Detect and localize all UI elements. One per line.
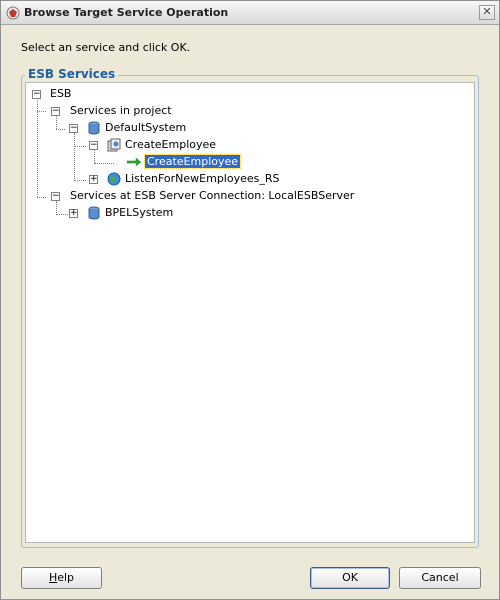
tree-node-label: ListenForNewEmployees_RS <box>125 172 280 185</box>
tree-connector <box>74 180 86 181</box>
help-button-label: elp <box>57 571 75 584</box>
tree-connector <box>56 129 65 130</box>
expand-icon[interactable]: + <box>69 209 78 218</box>
tree-connector <box>56 115 57 129</box>
operation-arrow-icon <box>126 157 142 167</box>
services-tree[interactable]: − ESB − Services in project − DefaultSys… <box>25 82 475 543</box>
tree-node-label: DefaultSystem <box>105 121 187 134</box>
close-icon: ✕ <box>482 5 492 18</box>
tree-node-server-services[interactable]: Services at ESB Server Connection: Local… <box>70 188 354 204</box>
collapse-icon[interactable]: − <box>69 124 78 133</box>
collapse-icon[interactable]: − <box>51 107 60 116</box>
tree-node-label: CreateEmployee <box>125 138 217 151</box>
tree-connector <box>56 214 70 215</box>
cancel-button[interactable]: Cancel <box>399 567 481 589</box>
cancel-button-label: Cancel <box>421 571 459 584</box>
tree-node-label: Services in project <box>70 104 172 117</box>
ok-button[interactable]: OK <box>310 567 390 589</box>
tree-node-create-employee-operation[interactable]: CreateEmployee <box>143 154 242 170</box>
tree-connector <box>94 150 95 163</box>
expand-icon[interactable]: + <box>89 175 98 184</box>
tree-connector <box>37 97 38 197</box>
tree-node-label: CreateEmployee <box>143 154 242 169</box>
tree-node-listen-service[interactable]: ListenForNewEmployees_RS <box>125 171 279 187</box>
tree-node-default-system[interactable]: DefaultSystem <box>105 120 186 136</box>
tree-node-services-in-project[interactable]: Services in project <box>70 103 172 119</box>
app-icon <box>6 6 20 20</box>
tree-node-label: Services at ESB Server Connection: Local… <box>70 189 355 202</box>
title-bar[interactable]: Browse Target Service Operation ✕ <box>1 1 499 25</box>
tree-node-create-employee-service[interactable]: CreateEmployee <box>125 137 216 153</box>
tree-node-esb[interactable]: ESB <box>50 86 71 102</box>
tree-node-label: ESB <box>50 87 72 100</box>
tree-connector <box>74 133 75 181</box>
tree-connector <box>37 197 46 198</box>
dialog-title: Browse Target Service Operation <box>24 6 229 19</box>
esb-services-group-title: ESB Services <box>25 67 119 81</box>
tree-connector <box>56 201 57 215</box>
tree-connector <box>94 163 114 164</box>
instruction-text: Select an service and click OK. <box>21 41 191 54</box>
collapse-icon[interactable]: − <box>89 141 98 150</box>
service-icon <box>107 138 121 152</box>
tree-node-bpel-system[interactable]: BPELSystem <box>105 205 173 221</box>
collapse-icon[interactable]: − <box>32 90 41 99</box>
database-icon <box>88 121 100 135</box>
ok-button-label: OK <box>342 571 358 584</box>
tree-node-label: BPELSystem <box>105 206 174 219</box>
tree-connector <box>37 111 46 112</box>
database-icon <box>88 206 100 220</box>
tree-connector <box>74 146 86 147</box>
collapse-icon[interactable]: − <box>51 192 60 201</box>
help-button[interactable]: Help <box>21 567 102 589</box>
close-button[interactable]: ✕ <box>479 5 495 20</box>
help-button-mnemonic: H <box>48 571 58 584</box>
globe-icon <box>107 172 121 186</box>
dialog-window: Browse Target Service Operation ✕ Select… <box>0 0 500 600</box>
